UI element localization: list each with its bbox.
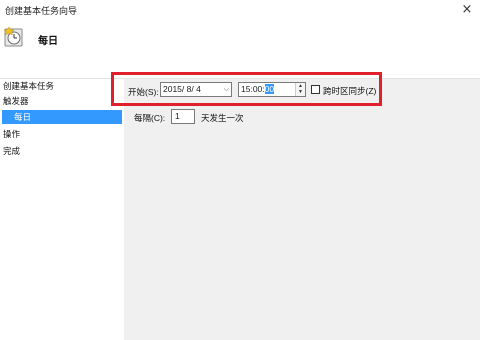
sync-timezone-checkbox[interactable] (311, 85, 320, 94)
spin-down-icon[interactable]: ▼ (296, 89, 305, 95)
task-clock-icon (3, 26, 24, 48)
start-time-selected-seconds: 00 (264, 84, 275, 94)
start-date-picker[interactable]: 2015/ 8/ 4 ⌵ (160, 82, 232, 97)
title-bar: 创建基本任务向导 × (0, 0, 480, 22)
recur-every-label: 每隔(C): (134, 113, 166, 123)
nav-item-finish[interactable]: 完成 (2, 144, 122, 158)
nav-item-action[interactable]: 操作 (2, 127, 122, 141)
start-time-picker[interactable]: 15:00:00 ▲ ▼ (238, 82, 306, 97)
window-title: 创建基本任务向导 (5, 6, 78, 16)
nav-item-create-basic-task[interactable]: 创建基本任务 (2, 79, 122, 93)
chevron-down-icon[interactable]: ⌵ (224, 83, 229, 96)
sync-timezone-label[interactable]: 跨时区同步(Z) (323, 85, 376, 97)
nav-item-daily[interactable]: 每日 (2, 110, 122, 124)
wizard-steps-nav: 创建基本任务 触发器 每日 操作 完成 (0, 79, 124, 340)
start-time-value: 15:00: (241, 84, 265, 94)
close-button[interactable]: × (454, 0, 480, 20)
wizard-window: 创建基本任务向导 × 每日 创建基本任务 触发器 每日 操作 完成 开始(S):… (0, 0, 480, 340)
nav-item-trigger[interactable]: 触发器 (2, 94, 122, 108)
time-spinner: ▲ ▼ (295, 83, 305, 96)
wizard-header: 每日 (0, 22, 480, 78)
daily-settings-panel: 开始(S): 2015/ 8/ 4 ⌵ 15:00:00 ▲ ▼ 跨时区同步(Z… (124, 79, 480, 340)
page-title: 每日 (38, 36, 58, 47)
recur-days-input[interactable]: 1 (171, 109, 195, 124)
recur-suffix-label: 天发生一次 (201, 113, 244, 123)
start-label: 开始(S): (128, 87, 159, 97)
start-date-value: 2015/ 8/ 4 (163, 84, 201, 94)
